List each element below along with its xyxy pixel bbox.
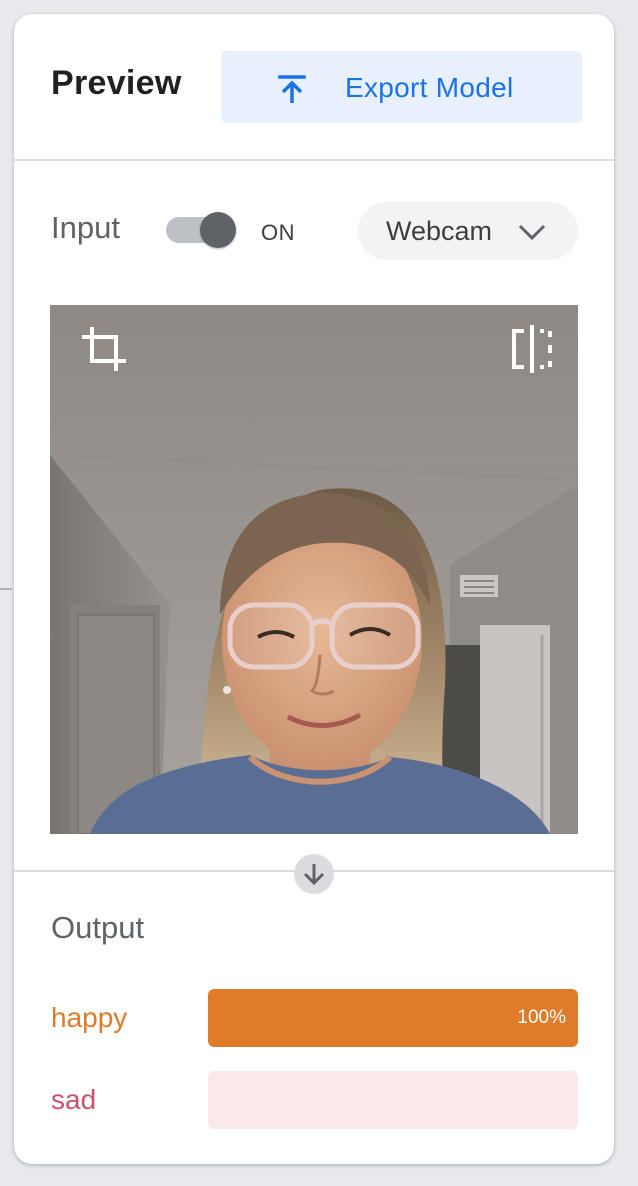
arrow-down-icon [294,854,334,894]
panel-title: Preview [51,64,182,102]
input-label: Input [51,210,120,245]
confidence-percent: 100% [517,1007,566,1028]
preview-header: Preview Export Model [14,14,614,161]
toggle-knob [200,212,236,248]
export-model-label: Export Model [345,72,514,103]
export-model-button[interactable]: Export Model [221,51,582,123]
upload-icon [278,75,306,103]
webcam-feed [50,305,578,834]
class-label: sad [51,1084,97,1115]
class-label: happy [51,1002,128,1033]
input-toggle[interactable] [164,212,238,248]
chevron-down-icon [518,224,546,241]
connector-line [0,588,12,590]
confidence-bar [208,1071,578,1129]
crop-icon[interactable] [80,325,128,373]
output-title: Output [51,910,145,945]
flip-horizontal-icon[interactable] [508,325,556,373]
preview-panel: Preview Export Model Input ON Webcam Out… [14,14,614,1164]
toggle-state-label: ON [261,220,295,245]
input-source-label: Webcam [386,216,493,246]
confidence-bar: 100% [208,989,578,1047]
input-source-select[interactable]: Webcam [358,202,578,260]
webcam-image [50,305,578,834]
